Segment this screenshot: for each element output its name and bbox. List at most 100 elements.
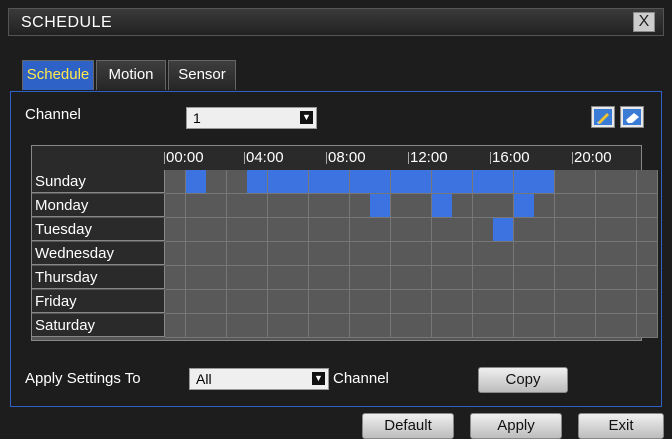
- edit-icon[interactable]: [591, 106, 615, 128]
- schedule-cell[interactable]: [513, 242, 535, 266]
- schedule-cell[interactable]: [165, 290, 186, 314]
- schedule-cell[interactable]: [575, 266, 596, 290]
- schedule-cell[interactable]: [411, 242, 432, 266]
- schedule-cell[interactable]: [636, 218, 658, 242]
- schedule-cell[interactable]: [288, 242, 309, 266]
- schedule-cell[interactable]: [411, 194, 432, 218]
- schedule-cell[interactable]: [206, 194, 227, 218]
- schedule-cell[interactable]: [513, 290, 535, 314]
- schedule-cell[interactable]: [513, 194, 535, 218]
- schedule-cell[interactable]: [288, 170, 309, 194]
- schedule-cell[interactable]: [370, 194, 391, 218]
- schedule-cell[interactable]: [534, 242, 555, 266]
- schedule-cell[interactable]: [329, 242, 350, 266]
- schedule-cell[interactable]: [390, 290, 412, 314]
- schedule-cell[interactable]: [616, 290, 637, 314]
- schedule-cell[interactable]: [595, 194, 617, 218]
- schedule-cell[interactable]: [165, 242, 186, 266]
- schedule-cell[interactable]: [349, 170, 371, 194]
- schedule-cell[interactable]: [288, 314, 309, 338]
- schedule-cell[interactable]: [267, 266, 289, 290]
- exit-button[interactable]: Exit: [578, 413, 664, 439]
- schedule-cell[interactable]: [267, 314, 289, 338]
- schedule-cell[interactable]: [472, 314, 494, 338]
- schedule-cell[interactable]: [267, 218, 289, 242]
- schedule-cell[interactable]: [288, 218, 309, 242]
- copy-button[interactable]: Copy: [478, 367, 568, 393]
- schedule-cell[interactable]: [267, 170, 289, 194]
- schedule-cell[interactable]: [206, 314, 227, 338]
- schedule-cell[interactable]: [554, 266, 576, 290]
- schedule-cell[interactable]: [595, 290, 617, 314]
- schedule-cell[interactable]: [226, 242, 248, 266]
- schedule-cell[interactable]: [636, 314, 658, 338]
- schedule-cell[interactable]: [452, 194, 473, 218]
- schedule-cell[interactable]: [534, 266, 555, 290]
- schedule-cell[interactable]: [513, 170, 535, 194]
- schedule-cell[interactable]: [534, 218, 555, 242]
- schedule-cell[interactable]: [185, 242, 207, 266]
- schedule-cell[interactable]: [513, 266, 535, 290]
- schedule-cell[interactable]: [329, 218, 350, 242]
- schedule-cell[interactable]: [616, 266, 637, 290]
- schedule-cell[interactable]: [616, 314, 637, 338]
- schedule-grid[interactable]: 00:00 04:00 08:00 12:00 16:00 20:00 Sund…: [31, 145, 658, 341]
- schedule-cell[interactable]: [431, 194, 453, 218]
- schedule-cell[interactable]: [206, 218, 227, 242]
- schedule-cell[interactable]: [349, 314, 371, 338]
- schedule-cell[interactable]: [636, 266, 658, 290]
- schedule-cell[interactable]: [349, 218, 371, 242]
- schedule-cell[interactable]: [247, 218, 268, 242]
- schedule-cell[interactable]: [390, 170, 412, 194]
- schedule-cell[interactable]: [616, 242, 637, 266]
- schedule-cell[interactable]: [554, 218, 576, 242]
- schedule-cell[interactable]: [370, 314, 391, 338]
- schedule-cell[interactable]: [554, 290, 576, 314]
- schedule-cell[interactable]: [206, 290, 227, 314]
- schedule-cell[interactable]: [349, 266, 371, 290]
- schedule-cell[interactable]: [165, 170, 186, 194]
- schedule-cell[interactable]: [452, 266, 473, 290]
- apply-settings-select[interactable]: All ▼: [189, 368, 329, 390]
- schedule-cell[interactable]: [554, 194, 576, 218]
- channel-select[interactable]: 1 ▼: [186, 107, 317, 129]
- schedule-cell[interactable]: [616, 218, 637, 242]
- schedule-cell[interactable]: [165, 218, 186, 242]
- schedule-cell[interactable]: [288, 194, 309, 218]
- schedule-cell[interactable]: [185, 290, 207, 314]
- schedule-cell[interactable]: [247, 242, 268, 266]
- schedule-cell[interactable]: [329, 266, 350, 290]
- schedule-cell[interactable]: [554, 314, 576, 338]
- schedule-cell[interactable]: [308, 290, 330, 314]
- schedule-cell[interactable]: [206, 242, 227, 266]
- schedule-cell[interactable]: [247, 290, 268, 314]
- schedule-cell[interactable]: [431, 170, 453, 194]
- schedule-cell[interactable]: [370, 290, 391, 314]
- schedule-cell[interactable]: [472, 266, 494, 290]
- schedule-cell[interactable]: [226, 170, 248, 194]
- schedule-cell[interactable]: [452, 218, 473, 242]
- schedule-cell[interactable]: [616, 170, 637, 194]
- schedule-cell[interactable]: [493, 170, 514, 194]
- schedule-cell[interactable]: [554, 170, 576, 194]
- default-button[interactable]: Default: [362, 413, 454, 439]
- schedule-cell[interactable]: [493, 194, 514, 218]
- schedule-cell[interactable]: [472, 242, 494, 266]
- schedule-cell[interactable]: [411, 314, 432, 338]
- schedule-cell[interactable]: [165, 314, 186, 338]
- schedule-cell[interactable]: [390, 314, 412, 338]
- schedule-cell[interactable]: [431, 266, 453, 290]
- schedule-cell[interactable]: [226, 290, 248, 314]
- schedule-cell[interactable]: [452, 242, 473, 266]
- schedule-cell[interactable]: [185, 170, 207, 194]
- schedule-cell[interactable]: [493, 290, 514, 314]
- schedule-cell[interactable]: [452, 314, 473, 338]
- schedule-cell[interactable]: [636, 242, 658, 266]
- schedule-cell[interactable]: [267, 242, 289, 266]
- schedule-cell[interactable]: [288, 266, 309, 290]
- schedule-cell[interactable]: [411, 290, 432, 314]
- schedule-cell[interactable]: [636, 290, 658, 314]
- schedule-cell[interactable]: [226, 266, 248, 290]
- schedule-cell[interactable]: [534, 194, 555, 218]
- schedule-cell[interactable]: [493, 242, 514, 266]
